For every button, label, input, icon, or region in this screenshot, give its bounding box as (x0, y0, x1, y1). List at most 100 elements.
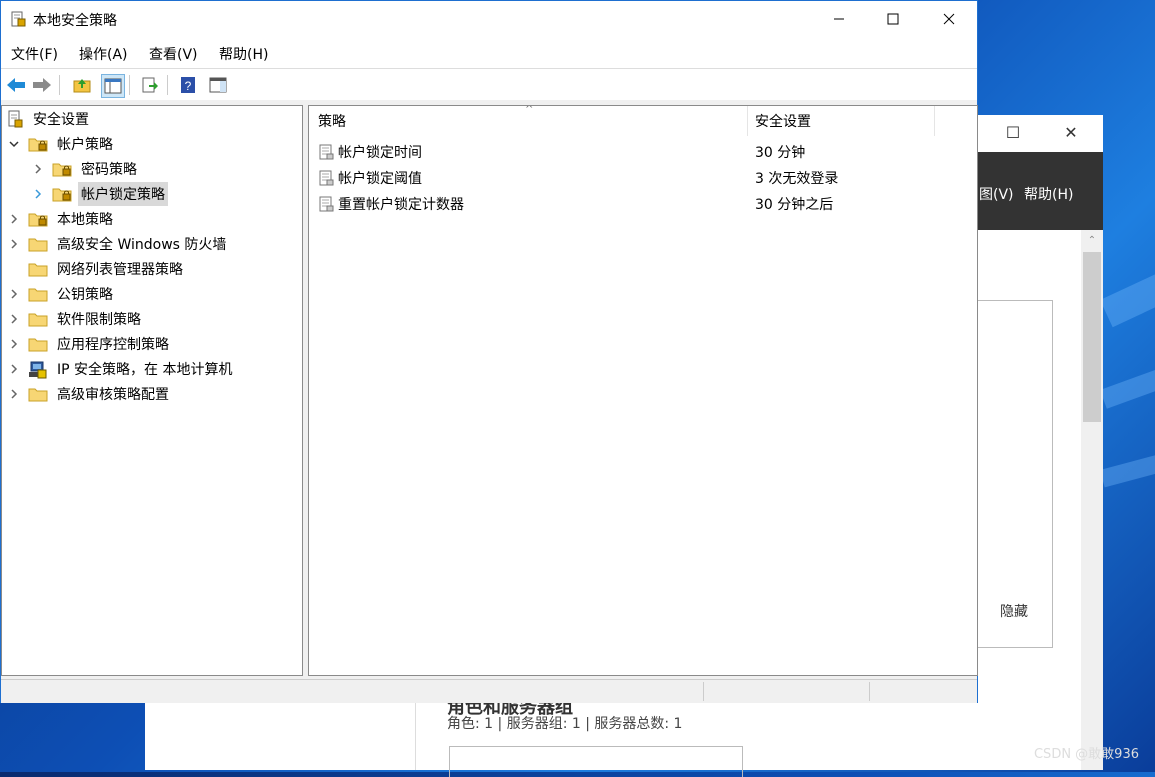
chevron-right-icon[interactable] (8, 238, 20, 250)
help-icon: ? (181, 77, 195, 93)
help-button[interactable]: ? (177, 74, 199, 96)
back-arrow-icon (7, 78, 25, 92)
column-separator[interactable] (934, 106, 935, 136)
folder-lock-icon (28, 136, 48, 152)
window-title: 本地安全策略 (33, 13, 117, 29)
wallpaper-beam (1100, 348, 1155, 409)
folder-icon (28, 261, 48, 277)
close-icon (943, 13, 955, 25)
maximize-icon[interactable]: ☐ (1001, 123, 1025, 143)
tree-item-public-key-policies[interactable]: 公钥策略 (8, 282, 116, 306)
menu-view[interactable]: 查看(V) (149, 44, 198, 64)
policy-setting-icon (319, 196, 334, 212)
tree-label: 本地策略 (57, 212, 113, 228)
tree-item-account-lockout-policy[interactable]: 帐户锁定策略 (32, 182, 168, 206)
column-separator[interactable] (747, 106, 748, 136)
export-list-button[interactable] (139, 74, 161, 96)
tree-label: 帐户锁定策略 (78, 182, 168, 206)
maximize-icon (887, 13, 899, 25)
folder-icon (28, 336, 48, 352)
console-body: 安全设置 帐户策略 密码策略 帐户锁定策略 本地策略 高级安全 Windows … (1, 100, 978, 680)
local-security-policy-window[interactable]: 本地安全策略 文件(F) 操作(A) 查看(V) 帮助(H) ? 安全设置 帐户… (0, 0, 978, 703)
forward-button[interactable] (31, 74, 53, 96)
toolbar-separator (59, 75, 60, 95)
menu-bar: 文件(F) 操作(A) 查看(V) 帮助(H) (1, 37, 977, 67)
close-icon[interactable]: ✕ (1059, 123, 1083, 143)
chevron-right-icon[interactable] (8, 288, 20, 300)
tree-item-advanced-audit[interactable]: 高级审核策略配置 (8, 382, 172, 406)
tree-label: 密码策略 (81, 162, 137, 178)
tree-item-security-settings[interactable]: 安全设置 (6, 107, 92, 131)
folder-icon (28, 386, 48, 402)
watermark: CSDN @敢敢936 (1033, 747, 1139, 762)
tree-item-password-policy[interactable]: 密码策略 (32, 157, 140, 181)
tree-label: 帐户策略 (57, 137, 113, 153)
tree-item-windows-firewall[interactable]: 高级安全 Windows 防火墙 (8, 232, 229, 256)
policy-name: 重置帐户锁定计数器 (338, 197, 464, 213)
tree-label: IP 安全策略，在 本地计算机 (57, 362, 233, 378)
scrollbar-thumb[interactable] (1083, 252, 1101, 422)
role-tile[interactable] (449, 746, 743, 777)
titlebar: 本地安全策略 (1, 1, 977, 37)
hide-link[interactable]: 隐藏 (1000, 601, 1028, 621)
policy-setting-icon (319, 144, 334, 160)
menu-help[interactable]: 帮助(H) (219, 44, 268, 64)
show-hide-tree-button[interactable] (101, 74, 125, 98)
folder-lock-icon (52, 186, 72, 202)
chevron-right-icon[interactable] (8, 388, 20, 400)
tree-label: 公钥策略 (57, 287, 113, 303)
status-separator (869, 682, 870, 701)
list-item[interactable]: 帐户锁定时间 30 分钟 (309, 138, 977, 164)
tree-label: 软件限制策略 (57, 312, 141, 328)
svg-text:?: ? (185, 79, 192, 93)
tree-item-ip-security[interactable]: IP 安全策略，在 本地计算机 (8, 357, 235, 381)
tree-label: 应用程序控制策略 (57, 337, 169, 353)
ip-security-icon (28, 361, 48, 379)
scroll-up-icon[interactable]: ⌃ (1081, 230, 1103, 250)
minimize-icon (834, 18, 844, 20)
policy-setting-value: 3 次无效登录 (755, 171, 839, 187)
maximize-button[interactable] (865, 1, 921, 37)
list-item[interactable]: 重置帐户锁定计数器 30 分钟之后 (309, 190, 977, 216)
chevron-right-icon[interactable] (8, 313, 20, 325)
column-header-policy[interactable]: 策略 (318, 106, 346, 136)
chevron-right-icon[interactable] (8, 338, 20, 350)
folder-icon (28, 311, 48, 327)
tree-label: 网络列表管理器策略 (57, 262, 183, 278)
chevron-right-icon[interactable] (8, 213, 20, 225)
action-pane-button[interactable] (207, 74, 229, 96)
forward-arrow-icon (33, 78, 51, 92)
tree-item-application-control[interactable]: 应用程序控制策略 (8, 332, 172, 356)
security-settings-icon (8, 110, 23, 128)
status-bar (1, 679, 977, 703)
chevron-right-icon[interactable] (32, 188, 44, 200)
up-level-button[interactable] (71, 74, 93, 96)
toolbar-separator (129, 75, 130, 95)
wallpaper-beam (1100, 249, 1155, 328)
menu-action[interactable]: 操作(A) (79, 44, 128, 64)
console-tree-icon (104, 78, 122, 94)
menu-file[interactable]: 文件(F) (11, 44, 58, 64)
tree-item-network-list-manager[interactable]: 网络列表管理器策略 (28, 257, 186, 281)
tree-pane[interactable]: 安全设置 帐户策略 密码策略 帐户锁定策略 本地策略 高级安全 Windows … (1, 105, 303, 676)
menu-help[interactable]: 帮助(H) (1024, 184, 1073, 204)
minimize-button[interactable] (811, 1, 867, 37)
tree-item-account-policies[interactable]: 帐户策略 (8, 132, 116, 156)
close-button[interactable] (921, 1, 977, 37)
tree-item-software-restriction[interactable]: 软件限制策略 (8, 307, 144, 331)
menu-view-partial[interactable]: 图(V) (979, 184, 1014, 204)
tree-item-local-policies[interactable]: 本地策略 (8, 207, 116, 231)
folder-lock-icon (52, 161, 72, 177)
export-icon (142, 77, 158, 93)
chevron-down-icon[interactable] (8, 138, 20, 150)
chevron-right-icon[interactable] (8, 363, 20, 375)
details-pane[interactable]: ^ 策略 安全设置 帐户锁定时间 30 分钟 帐户锁定阈值 3 次无效登录 重置… (308, 105, 978, 676)
policy-name: 帐户锁定时间 (338, 145, 422, 161)
vertical-scrollbar[interactable]: ⌃ (1081, 230, 1103, 770)
chevron-right-icon[interactable] (32, 163, 44, 175)
status-separator (703, 682, 704, 701)
list-item[interactable]: 帐户锁定阈值 3 次无效登录 (309, 164, 977, 190)
roles-stats: 角色: 1 | 服务器组: 1 | 服务器总数: 1 (447, 716, 683, 732)
column-header-setting[interactable]: 安全设置 (755, 106, 811, 136)
back-button[interactable] (5, 74, 27, 96)
